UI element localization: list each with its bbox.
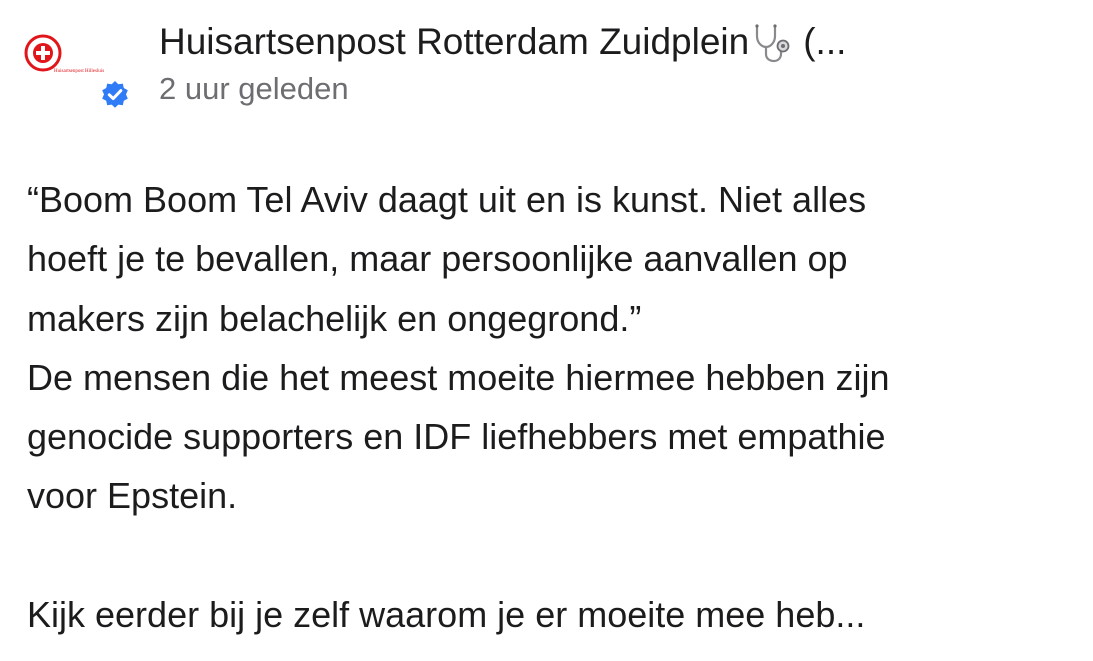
post-body-line-truncated[interactable]: Kijk eerder bij je zelf waarom je er moe… xyxy=(27,585,1087,644)
avatar-caption: Huisartsenpost Hillesluis xyxy=(54,69,104,74)
post-card: Huisartsenpost Hillesluis Huisartsenpost… xyxy=(0,0,1093,661)
post-body: “Boom Boom Tel Aviv daagt uit en is kuns… xyxy=(27,170,1087,644)
author-name-suffix: (... xyxy=(803,21,847,62)
stethoscope-icon xyxy=(751,20,797,64)
post-header: Huisartsenpost Hillesluis Huisartsenpost… xyxy=(0,0,1093,140)
post-body-line: hoeft je te bevallen, maar persoonlijke … xyxy=(27,238,848,280)
post-body-blank-line xyxy=(27,526,1087,585)
post-timestamp[interactable]: 2 uur geleden xyxy=(159,70,349,108)
verified-badge-icon xyxy=(98,78,132,112)
post-body-line: De mensen die het meest moeite hiermee h… xyxy=(27,356,890,398)
post-body-line: genocide supporters en IDF liefhebbers m… xyxy=(27,416,886,458)
post-body-line: voor Epstein. xyxy=(27,475,238,517)
author-name[interactable]: Huisartsenpost Rotterdam Zuidplein (... xyxy=(159,20,846,64)
author-name-text: Huisartsenpost Rotterdam Zuidplein xyxy=(159,21,750,62)
post-body-line: makers zijn belachelijk en ongegrond.” xyxy=(27,297,642,339)
post-body-line: “Boom Boom Tel Aviv daagt uit en is kuns… xyxy=(27,179,867,220)
